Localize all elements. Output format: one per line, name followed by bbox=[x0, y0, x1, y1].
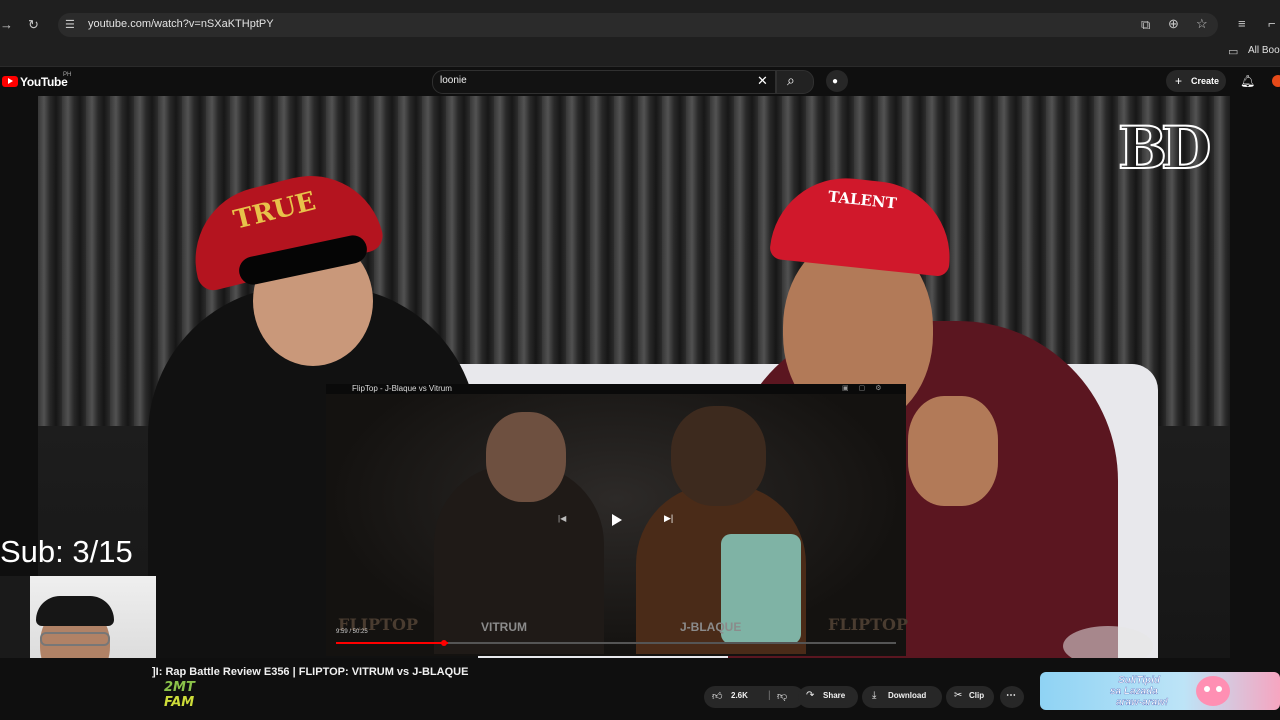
plus-icon: + bbox=[1175, 74, 1183, 88]
play-icon[interactable] bbox=[612, 514, 622, 526]
forward-icon[interactable]: → bbox=[0, 18, 13, 32]
download-label: Download bbox=[888, 691, 927, 700]
bookmarks-bar bbox=[0, 40, 1280, 67]
youtube-logo-text[interactable]: YouTube bbox=[20, 75, 68, 89]
dislike-icon[interactable]: 👎︎ bbox=[777, 690, 787, 702]
account-avatar[interactable] bbox=[1272, 75, 1280, 87]
streamer-hair bbox=[36, 596, 114, 626]
address-bar-url[interactable]: youtube.com/watch?v=nSXaKTHptPY bbox=[88, 18, 274, 30]
embedded-video-scrubber[interactable] bbox=[441, 640, 447, 646]
folder-icon[interactable]: ▭ bbox=[1228, 45, 1238, 59]
site-info-icon[interactable]: ☰ bbox=[65, 18, 75, 32]
search-button[interactable] bbox=[776, 70, 814, 94]
share-label: Share bbox=[823, 691, 846, 700]
channel-avatar-text[interactable]: 2MT bbox=[164, 681, 195, 694]
clear-search-icon[interactable]: ✕ bbox=[757, 74, 768, 88]
browser-tabstrip bbox=[0, 0, 1280, 10]
battler-name-right: J-BLAQUE bbox=[680, 620, 742, 634]
ad-text-line-2: sa Lazada bbox=[1110, 686, 1158, 697]
channel-watermark-logo[interactable]: BD bbox=[1117, 113, 1212, 183]
divider: | bbox=[768, 690, 771, 701]
clip-label: Clip bbox=[969, 691, 985, 700]
search-icon: ⌕ bbox=[787, 72, 795, 88]
search-input[interactable] bbox=[432, 70, 776, 94]
battler-name-left: VITRUM bbox=[481, 620, 527, 634]
channel-avatar-text-2[interactable]: FAM bbox=[164, 695, 194, 710]
zoom-icon[interactable]: ⊕ bbox=[1168, 17, 1179, 31]
subscriber-goal-counter: Sub: 3/15 bbox=[0, 534, 133, 569]
fliptop-logo-right: FLIPTOP bbox=[828, 615, 908, 634]
embedded-video-progress-bar[interactable] bbox=[336, 642, 896, 644]
streamer-glasses bbox=[40, 632, 110, 646]
host-right-hand bbox=[908, 396, 998, 506]
region-code: PH bbox=[63, 72, 72, 78]
ad-text-line-3: araw-araw! bbox=[1116, 697, 1169, 708]
install-app-icon[interactable]: ⧉ bbox=[1141, 18, 1150, 32]
ad-mascot-eye-left bbox=[1204, 686, 1210, 692]
download-icon: ⤓ bbox=[872, 690, 877, 701]
next-icon[interactable]: ▶| bbox=[664, 513, 673, 524]
embedded-video-progress-fill bbox=[336, 642, 448, 644]
mic-icon: ● bbox=[832, 76, 839, 87]
ad-mascot-icon bbox=[1196, 676, 1230, 706]
embedded-video-top-icons[interactable]: ▣▢⚙ bbox=[842, 384, 892, 392]
more-actions-icon: ⋯ bbox=[1006, 690, 1016, 701]
share-icon: ↷ bbox=[806, 690, 815, 701]
ad-mascot-eye-right bbox=[1216, 686, 1222, 692]
youtube-logo-play-icon bbox=[8, 78, 13, 84]
like-icon[interactable]: 👍︎ bbox=[712, 690, 722, 702]
drink-cup bbox=[1063, 626, 1153, 658]
ad-text-line-1: SuliTipid bbox=[1118, 675, 1161, 686]
bookmark-star-icon[interactable]: ☆ bbox=[1196, 17, 1208, 31]
previous-icon[interactable]: |◀ bbox=[558, 514, 566, 523]
create-button-label: Create bbox=[1191, 76, 1220, 86]
clip-scissors-icon: ✂ bbox=[954, 690, 963, 701]
battler-right-head bbox=[671, 406, 766, 506]
embedded-video-title: FlipTop - J-Blaque vs Vitrum bbox=[352, 384, 452, 393]
notifications-bell-icon[interactable]: 🔔︎ bbox=[1240, 74, 1255, 88]
like-count[interactable]: 2.6K bbox=[731, 691, 748, 700]
reload-icon[interactable]: ↻ bbox=[28, 18, 39, 32]
embedded-video-time: 9:59 / 50:25 bbox=[336, 629, 368, 635]
profile-icon[interactable]: ⌐ bbox=[1268, 17, 1276, 31]
all-bookmarks-link[interactable]: All Boo bbox=[1248, 45, 1280, 56]
media-controls-icon[interactable]: ≡ bbox=[1238, 17, 1246, 31]
video-title: ]I: Rap Battle Review E356 | FLIPTOP: VI… bbox=[152, 666, 469, 678]
battler-left-head bbox=[486, 412, 566, 502]
search-input-value[interactable]: loonie bbox=[440, 75, 467, 86]
